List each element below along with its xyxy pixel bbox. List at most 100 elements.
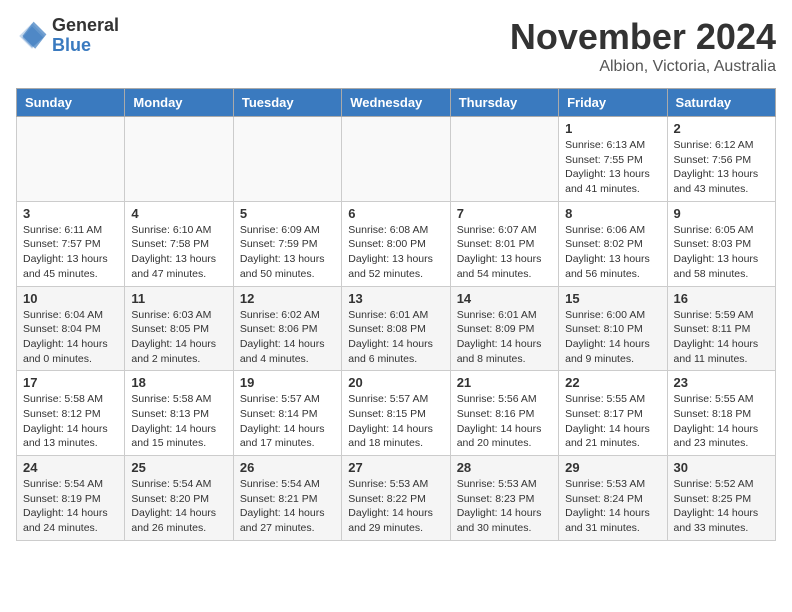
calendar-week-0: 1 Sunrise: 6:13 AMSunset: 7:55 PMDaylight… (17, 117, 776, 202)
calendar-cell: 6 Sunrise: 6:08 AMSunset: 8:00 PMDaylight… (342, 201, 450, 286)
calendar-cell: 24Sunrise: 5:54 AMSunset: 8:19 PMDayligh… (17, 456, 125, 541)
col-header-monday: Monday (125, 89, 233, 117)
day-number: 22 (565, 375, 660, 390)
calendar-cell: 2Sunrise: 6:12 AMSunset: 7:56 PMDaylight… (667, 117, 775, 202)
calendar-cell: 19Sunrise: 5:57 AMSunset: 8:14 PMDayligh… (233, 371, 341, 456)
calendar-cell: 28 Sunrise: 5:53 AMSunset: 8:23 PMDayligh… (450, 456, 558, 541)
day-number: 10 (23, 291, 118, 306)
calendar-cell: 20Sunrise: 5:57 AMSunset: 8:15 PMDayligh… (342, 371, 450, 456)
calendar-cell: 9Sunrise: 6:05 AMSunset: 8:03 PMDaylight… (667, 201, 775, 286)
calendar-cell: 4 Sunrise: 6:10 AMSunset: 7:58 PMDaylight… (125, 201, 233, 286)
day-detail: Sunrise: 5:53 AMSunset: 8:24 PMDaylight:… (565, 477, 660, 536)
day-detail: Sunrise: 5:54 AMSunset: 8:19 PMDaylight:… (23, 477, 118, 536)
col-header-saturday: Saturday (667, 89, 775, 117)
day-detail: Sunrise: 6:00 AMSunset: 8:10 PMDaylight:… (565, 308, 660, 367)
day-number: 14 (457, 291, 552, 306)
day-number: 1 (565, 121, 660, 136)
logo-blue: Blue (52, 36, 119, 56)
calendar-cell: 18 Sunrise: 5:58 AMSunset: 8:13 PMDayligh… (125, 371, 233, 456)
day-detail: Sunrise: 5:52 AMSunset: 8:25 PMDaylight:… (674, 477, 769, 536)
day-detail: Sunrise: 5:57 AMSunset: 8:14 PMDaylight:… (240, 392, 335, 451)
day-detail: Sunrise: 6:07 AMSunset: 8:01 PMDaylight:… (457, 223, 552, 282)
day-detail: Sunrise: 6:01 AMSunset: 8:08 PMDaylight:… (348, 308, 443, 367)
day-number: 5 (240, 206, 335, 221)
day-detail: Sunrise: 6:02 AMSunset: 8:06 PMDaylight:… (240, 308, 335, 367)
day-detail: Sunrise: 6:08 AMSunset: 8:00 PMDaylight:… (348, 223, 443, 282)
calendar-cell: 11 Sunrise: 6:03 AMSunset: 8:05 PMDayligh… (125, 286, 233, 371)
day-number: 16 (674, 291, 769, 306)
day-detail: Sunrise: 5:56 AMSunset: 8:16 PMDaylight:… (457, 392, 552, 451)
col-header-sunday: Sunday (17, 89, 125, 117)
calendar-cell: 23Sunrise: 5:55 AMSunset: 8:18 PMDayligh… (667, 371, 775, 456)
calendar-table: SundayMondayTuesdayWednesdayThursdayFrid… (16, 88, 776, 541)
calendar-header-row: SundayMondayTuesdayWednesdayThursdayFrid… (17, 89, 776, 117)
calendar-cell: 1 Sunrise: 6:13 AMSunset: 7:55 PMDaylight… (559, 117, 667, 202)
day-number: 15 (565, 291, 660, 306)
calendar-cell: 29 Sunrise: 5:53 AMSunset: 8:24 PMDayligh… (559, 456, 667, 541)
day-number: 2 (674, 121, 769, 136)
calendar-cell: 30 Sunrise: 5:52 AMSunset: 8:25 PMDayligh… (667, 456, 775, 541)
day-number: 7 (457, 206, 552, 221)
day-detail: Sunrise: 5:59 AMSunset: 8:11 PMDaylight:… (674, 308, 769, 367)
col-header-friday: Friday (559, 89, 667, 117)
day-detail: Sunrise: 5:58 AMSunset: 8:12 PMDaylight:… (23, 392, 118, 451)
day-detail: Sunrise: 5:58 AMSunset: 8:13 PMDaylight:… (131, 392, 226, 451)
day-detail: Sunrise: 6:11 AMSunset: 7:57 PMDaylight:… (23, 223, 118, 282)
day-detail: Sunrise: 6:03 AMSunset: 8:05 PMDaylight:… (131, 308, 226, 367)
logo-text: General Blue (52, 16, 119, 56)
logo-icon (16, 20, 48, 52)
day-number: 11 (131, 291, 226, 306)
day-number: 28 (457, 460, 552, 475)
day-number: 3 (23, 206, 118, 221)
day-detail: Sunrise: 6:09 AMSunset: 7:59 PMDaylight:… (240, 223, 335, 282)
day-number: 12 (240, 291, 335, 306)
col-header-wednesday: Wednesday (342, 89, 450, 117)
day-detail: Sunrise: 5:53 AMSunset: 8:22 PMDaylight:… (348, 477, 443, 536)
day-number: 8 (565, 206, 660, 221)
day-detail: Sunrise: 6:01 AMSunset: 8:09 PMDaylight:… (457, 308, 552, 367)
calendar-cell: 22 Sunrise: 5:55 AMSunset: 8:17 PMDayligh… (559, 371, 667, 456)
day-detail: Sunrise: 5:54 AMSunset: 8:21 PMDaylight:… (240, 477, 335, 536)
calendar-week-4: 24Sunrise: 5:54 AMSunset: 8:19 PMDayligh… (17, 456, 776, 541)
day-detail: Sunrise: 5:54 AMSunset: 8:20 PMDaylight:… (131, 477, 226, 536)
calendar-cell: 17Sunrise: 5:58 AMSunset: 8:12 PMDayligh… (17, 371, 125, 456)
day-number: 18 (131, 375, 226, 390)
day-detail: Sunrise: 6:10 AMSunset: 7:58 PMDaylight:… (131, 223, 226, 282)
calendar-cell: 7 Sunrise: 6:07 AMSunset: 8:01 PMDaylight… (450, 201, 558, 286)
day-number: 30 (674, 460, 769, 475)
page-header: General Blue November 2024 Albion, Victo… (16, 16, 776, 76)
col-header-thursday: Thursday (450, 89, 558, 117)
calendar-week-2: 10 Sunrise: 6:04 AMSunset: 8:04 PMDayligh… (17, 286, 776, 371)
calendar-week-1: 3 Sunrise: 6:11 AMSunset: 7:57 PMDaylight… (17, 201, 776, 286)
day-number: 4 (131, 206, 226, 221)
day-number: 25 (131, 460, 226, 475)
calendar-cell (342, 117, 450, 202)
day-detail: Sunrise: 5:53 AMSunset: 8:23 PMDaylight:… (457, 477, 552, 536)
calendar-cell: 10 Sunrise: 6:04 AMSunset: 8:04 PMDayligh… (17, 286, 125, 371)
calendar-cell: 16 Sunrise: 5:59 AMSunset: 8:11 PMDayligh… (667, 286, 775, 371)
day-detail: Sunrise: 6:06 AMSunset: 8:02 PMDaylight:… (565, 223, 660, 282)
calendar-week-3: 17Sunrise: 5:58 AMSunset: 8:12 PMDayligh… (17, 371, 776, 456)
day-detail: Sunrise: 6:04 AMSunset: 8:04 PMDaylight:… (23, 308, 118, 367)
calendar-cell (233, 117, 341, 202)
calendar-cell: 15 Sunrise: 6:00 AMSunset: 8:10 PMDayligh… (559, 286, 667, 371)
day-number: 26 (240, 460, 335, 475)
logo-general: General (52, 16, 119, 36)
calendar-cell: 8 Sunrise: 6:06 AMSunset: 8:02 PMDaylight… (559, 201, 667, 286)
day-number: 20 (348, 375, 443, 390)
calendar-cell: 21 Sunrise: 5:56 AMSunset: 8:16 PMDayligh… (450, 371, 558, 456)
location-title: Albion, Victoria, Australia (510, 58, 776, 76)
calendar-cell: 12 Sunrise: 6:02 AMSunset: 8:06 PMDayligh… (233, 286, 341, 371)
month-title: November 2024 (510, 16, 776, 58)
day-number: 21 (457, 375, 552, 390)
col-header-tuesday: Tuesday (233, 89, 341, 117)
day-detail: Sunrise: 5:55 AMSunset: 8:17 PMDaylight:… (565, 392, 660, 451)
calendar-cell: 13Sunrise: 6:01 AMSunset: 8:08 PMDayligh… (342, 286, 450, 371)
calendar-cell: 3 Sunrise: 6:11 AMSunset: 7:57 PMDaylight… (17, 201, 125, 286)
day-number: 29 (565, 460, 660, 475)
logo: General Blue (16, 16, 119, 56)
day-detail: Sunrise: 6:13 AMSunset: 7:55 PMDaylight:… (565, 138, 660, 197)
calendar-cell: 26 Sunrise: 5:54 AMSunset: 8:21 PMDayligh… (233, 456, 341, 541)
day-number: 6 (348, 206, 443, 221)
title-area: November 2024 Albion, Victoria, Australi… (510, 16, 776, 76)
